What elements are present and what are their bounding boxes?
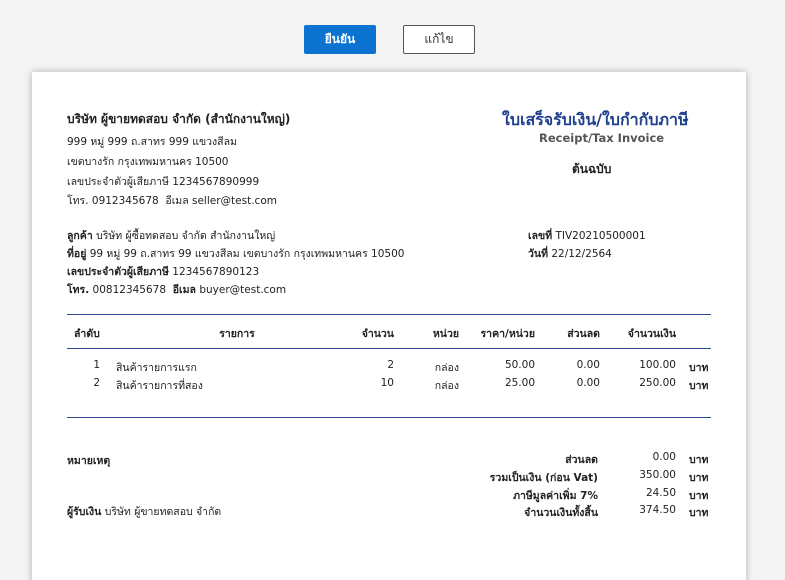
buyer-email: buyer@test.com bbox=[199, 284, 287, 296]
summary-total-currency: บาท bbox=[689, 507, 709, 519]
buyer-phone-label: โทร. bbox=[67, 284, 90, 296]
buyer-tax-id-value: 1234567890123 bbox=[172, 266, 260, 278]
row-no: 1 bbox=[93, 359, 100, 371]
receiver: ผู้รับเงิน บริษัท ผู้ขายทดสอบ จำกัด bbox=[67, 503, 221, 520]
row-amount: 250.00 bbox=[639, 377, 676, 389]
receipt-document: บริษัท ผู้ขายทดสอบ จำกัด (สำนักงานใหญ่) … bbox=[32, 72, 746, 580]
summary-discount-value: 0.00 bbox=[652, 451, 676, 463]
summary-total-label: จำนวนเงินทั้งสิ้น bbox=[524, 507, 598, 519]
summary-vat-value: 24.50 bbox=[645, 487, 676, 499]
document-copy-type: ต้นฉบับ bbox=[572, 162, 612, 176]
row-currency: บาท bbox=[689, 380, 709, 392]
confirm-button[interactable]: ยืนยัน bbox=[304, 25, 376, 54]
buyer-address-label: ที่อยู่ bbox=[67, 248, 87, 260]
seller-contact: โทร. 0912345678 อีเมล seller@test.com bbox=[67, 192, 277, 209]
note-label: หมายเหตุ bbox=[67, 455, 111, 467]
document-number-value: TIV20210500001 bbox=[555, 230, 646, 242]
document-title: ใบเสร็จรับเงิน/ใบกำกับภาษี bbox=[502, 110, 689, 129]
seller-phone: 0912345678 bbox=[91, 195, 159, 207]
seller-address-2: เขตบางรัก กรุงเทพมหานคร 10500 bbox=[67, 156, 229, 168]
row-qty: 2 bbox=[387, 359, 394, 371]
document-date-label: วันที่ bbox=[528, 248, 548, 260]
seller-tax-id: เลขประจำตัวผู้เสียภาษี 1234567890999 bbox=[67, 173, 259, 190]
seller-email-label: อีเมล bbox=[165, 195, 189, 207]
row-item: สินค้ารายการแรก bbox=[116, 362, 197, 374]
header-item: รายการ bbox=[219, 328, 255, 340]
document-subtitle: Receipt/Tax Invoice bbox=[539, 131, 665, 145]
row-no: 2 bbox=[93, 377, 100, 389]
buyer-tax-id: เลขประจำตัวผู้เสียภาษี 1234567890123 bbox=[67, 263, 259, 280]
summary-discount-currency: บาท bbox=[689, 454, 709, 466]
document-number-label: เลขที่ bbox=[528, 230, 553, 242]
row-discount: 0.00 bbox=[576, 359, 600, 371]
document-number: เลขที่ TIV20210500001 bbox=[528, 227, 646, 244]
row-price: 50.00 bbox=[504, 359, 535, 371]
header-qty: จำนวน bbox=[361, 328, 394, 340]
table-top-rule bbox=[67, 314, 711, 315]
row-discount: 0.00 bbox=[576, 377, 600, 389]
summary-total-value: 374.50 bbox=[639, 504, 676, 516]
summary-vat-currency: บาท bbox=[689, 490, 709, 502]
seller-email: seller@test.com bbox=[192, 195, 277, 207]
header-price: ราคา/หน่วย bbox=[480, 328, 535, 340]
buyer-phone: 00812345678 bbox=[92, 284, 167, 296]
buyer-email-label: อีเมล bbox=[172, 284, 196, 296]
row-amount: 100.00 bbox=[639, 359, 676, 371]
row-currency: บาท bbox=[689, 362, 709, 374]
buyer-contact: โทร. 00812345678 อีเมล buyer@test.com bbox=[67, 281, 286, 298]
buyer-customer-label: ลูกค้า bbox=[67, 230, 93, 242]
table-bottom-rule bbox=[67, 417, 711, 418]
summary-subtotal-label: รวมเป็นเงิน (ก่อน Vat) bbox=[489, 472, 598, 484]
row-unit: กล่อง bbox=[434, 380, 459, 392]
header-unit: หน่วย bbox=[432, 328, 459, 340]
row-price: 25.00 bbox=[504, 377, 535, 389]
seller-name: บริษัท ผู้ขายทดสอบ จำกัด (สำนักงานใหญ่) bbox=[67, 112, 291, 126]
summary-discount-label: ส่วนลด bbox=[565, 454, 598, 466]
buyer-address-value: 99 หมู่ 99 ถ.สาทร 99 แขวงสีลม เขตบางรัก … bbox=[89, 248, 405, 260]
seller-tax-id-label: เลขประจำตัวผู้เสียภาษี bbox=[67, 176, 169, 188]
toolbar: ยืนยัน แก้ไข bbox=[0, 25, 785, 54]
buyer-address: ที่อยู่ 99 หมู่ 99 ถ.สาทร 99 แขวงสีลม เข… bbox=[67, 245, 404, 262]
row-item: สินค้ารายการที่สอง bbox=[116, 380, 203, 392]
edit-button[interactable]: แก้ไข bbox=[403, 25, 475, 54]
receiver-label: ผู้รับเงิน bbox=[67, 506, 102, 518]
buyer-tax-id-label: เลขประจำตัวผู้เสียภาษี bbox=[67, 266, 169, 278]
summary-vat-label: ภาษีมูลค่าเพิ่ม 7% bbox=[513, 490, 598, 502]
document-date-value: 22/12/2564 bbox=[551, 248, 612, 260]
buyer-customer-name: บริษัท ผู้ซื้อทดสอบ จำกัด สำนักงานใหญ่ bbox=[96, 230, 276, 242]
seller-tax-id-value: 1234567890999 bbox=[172, 176, 260, 188]
summary-subtotal-currency: บาท bbox=[689, 472, 709, 484]
row-qty: 10 bbox=[380, 377, 394, 389]
buyer-customer: ลูกค้า บริษัท ผู้ซื้อทดสอบ จำกัด สำนักงา… bbox=[67, 227, 275, 244]
receiver-name: บริษัท ผู้ขายทดสอบ จำกัด bbox=[104, 506, 222, 518]
summary-subtotal-value: 350.00 bbox=[639, 469, 676, 481]
table-header-rule bbox=[67, 348, 711, 349]
header-discount: ส่วนลด bbox=[567, 328, 600, 340]
seller-phone-label: โทร. bbox=[67, 195, 89, 207]
header-amount: จำนวนเงิน bbox=[627, 328, 676, 340]
header-no: ลำดับ bbox=[74, 328, 100, 340]
document-date: วันที่ 22/12/2564 bbox=[528, 245, 612, 262]
seller-address-1: 999 หมู่ 999 ถ.สาทร 999 แขวงสีลม bbox=[67, 136, 237, 148]
row-unit: กล่อง bbox=[434, 362, 459, 374]
